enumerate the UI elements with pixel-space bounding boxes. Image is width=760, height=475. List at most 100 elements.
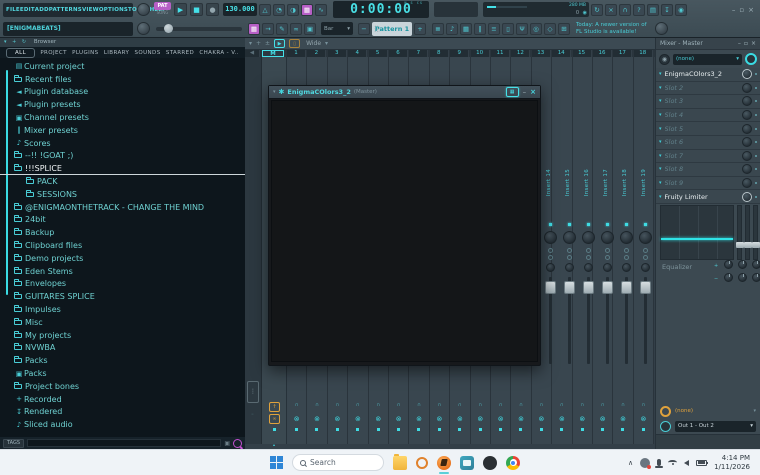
- menu-edit[interactable]: EDIT: [20, 7, 35, 13]
- browser-item[interactable]: My projects: [0, 329, 245, 342]
- menu-patterns[interactable]: PATTERNS: [49, 7, 82, 13]
- plugin-selector-dropdown[interactable]: (none) ▾: [673, 53, 742, 65]
- browser-item[interactable]: ▣ Channel presets: [0, 111, 245, 124]
- track-mute-icon[interactable]: ⊗: [348, 415, 367, 423]
- eq-knob-2[interactable]: [738, 260, 747, 269]
- close-button[interactable]: ×: [748, 6, 754, 14]
- ruler-track-8[interactable]: 8: [429, 50, 449, 57]
- eq-knob-1[interactable]: [724, 260, 733, 269]
- fader-handle[interactable]: [545, 281, 556, 294]
- ruler-track-10[interactable]: 10: [470, 50, 490, 57]
- tray-chevron-icon[interactable]: ∧: [628, 459, 633, 467]
- mixer-sort-icon[interactable]: ±: [265, 40, 270, 47]
- track-cap-icon[interactable]: ∩: [389, 402, 408, 408]
- browser-item[interactable]: Misc: [0, 316, 245, 329]
- pan-knob[interactable]: [546, 263, 555, 272]
- taskbar-search[interactable]: Search: [292, 454, 384, 471]
- channel-rack-button[interactable]: ▦: [460, 22, 472, 35]
- slot-enable-dot[interactable]: [755, 127, 757, 130]
- eq-band-fader-2[interactable]: [744, 205, 752, 260]
- browser-tab-library[interactable]: LIBRARY: [104, 50, 129, 56]
- slot-enable-dot[interactable]: [755, 86, 757, 89]
- fl-studio-taskbar-icon[interactable]: [437, 455, 451, 474]
- browser-item[interactable]: NVWBA: [0, 342, 245, 355]
- browser-item[interactable]: !!!SPLICE: [0, 162, 245, 176]
- track-dot-icon[interactable]: [356, 428, 360, 431]
- master-latch-icon[interactable]: ↑: [269, 402, 280, 412]
- track-dot-icon[interactable]: [499, 428, 502, 431]
- track-cap-icon[interactable]: ∩: [430, 402, 449, 408]
- browser-item[interactable]: ▣ Packs: [0, 367, 245, 380]
- ruler-track-17[interactable]: 17: [613, 50, 633, 57]
- ruler-scroll-left[interactable]: ◀: [245, 50, 260, 57]
- play-button[interactable]: ▶: [174, 3, 187, 16]
- slot-mix-knob[interactable]: [742, 164, 752, 175]
- menu-file[interactable]: FILE: [6, 7, 20, 13]
- browser-button[interactable]: ≡: [488, 22, 500, 35]
- help-icon[interactable]: ?: [633, 3, 645, 16]
- slider-handle[interactable]: [164, 23, 173, 33]
- slot-mix-knob[interactable]: [742, 178, 752, 189]
- track-dot-icon[interactable]: [417, 428, 421, 431]
- eq-band-fader-3[interactable]: [752, 205, 760, 260]
- master-mute-dot[interactable]: [273, 428, 276, 431]
- pattern-minus-button[interactable]: −: [358, 22, 370, 35]
- browser-item[interactable]: ‖ Mixer presets: [0, 124, 245, 137]
- plugin-window-body[interactable]: [271, 100, 538, 362]
- update-hint[interactable]: Today: A newer version of FL Studio is a…: [576, 22, 647, 36]
- fader-handle[interactable]: [621, 281, 632, 294]
- browser-item[interactable]: ▤ Current project: [0, 60, 245, 73]
- shuffle-slider[interactable]: [156, 23, 242, 33]
- gear-icon[interactable]: ✱: [279, 88, 285, 96]
- search-app-icon[interactable]: [416, 456, 428, 469]
- browser-item[interactable]: Backup: [0, 226, 245, 239]
- effect-slot-5[interactable]: ▾ Slot 5: [656, 122, 760, 136]
- slot-mix-knob[interactable]: [742, 150, 752, 161]
- midi-keyboard-icon[interactable]: ▦: [248, 22, 260, 35]
- eq-knob-3[interactable]: [752, 260, 760, 269]
- main-volume-knob[interactable]: [137, 3, 150, 16]
- menu-view[interactable]: VIEW: [82, 7, 99, 13]
- insert-knob[interactable]: [639, 231, 652, 244]
- metronome-icon[interactable]: △: [259, 3, 271, 16]
- slot-mix-knob[interactable]: [742, 82, 752, 93]
- insert-strip[interactable]: Insert 17: [598, 57, 617, 444]
- master-arm-arrow[interactable]: ▴: [262, 442, 286, 447]
- browser-item[interactable]: + Recorded: [0, 393, 245, 406]
- time-display[interactable]: M S CS 0:00:00: [333, 1, 429, 18]
- browser-tab-starred[interactable]: STARRED: [166, 50, 194, 56]
- slot-enable-dot[interactable]: [755, 100, 757, 103]
- track-mute-icon[interactable]: ⊗: [389, 415, 408, 423]
- insert-strip[interactable]: Insert 15: [560, 57, 579, 444]
- track-cap-icon[interactable]: ∩: [287, 402, 306, 408]
- slot-mix-knob[interactable]: [742, 191, 752, 202]
- pan-knob[interactable]: [603, 263, 612, 272]
- save-icon[interactable]: ▤: [647, 3, 659, 16]
- monitor-icon[interactable]: ∿: [315, 3, 327, 16]
- recycle-icon[interactable]: ↻: [591, 3, 603, 16]
- ruler-track-3[interactable]: 3: [327, 50, 347, 57]
- fader-handle[interactable]: [602, 281, 613, 294]
- slot-mix-knob[interactable]: [742, 110, 752, 121]
- dock-handle[interactable]: ⋮: [247, 381, 259, 403]
- slot-menu-icon[interactable]: ▾: [659, 194, 662, 200]
- browser-item[interactable]: Project bones: [0, 380, 245, 393]
- slot-menu-icon[interactable]: ▾: [659, 180, 662, 186]
- browser-tab-all[interactable]: ALL: [6, 47, 36, 58]
- master-panel-titlebar[interactable]: Mixer - Master – ▫ ×: [656, 38, 760, 50]
- tempo-display[interactable]: 130.000: [223, 3, 257, 16]
- slot-menu-icon[interactable]: ▾: [659, 166, 662, 172]
- remote-icon[interactable]: ▣: [304, 22, 316, 35]
- browser-tab-chakra-v-[interactable]: CHAKRA - V..: [199, 50, 239, 56]
- mixer-menu-icon[interactable]: ▾: [249, 40, 252, 47]
- effect-slot-10[interactable]: ▾ Fruity Limiter: [656, 190, 760, 204]
- browser-item[interactable]: 24bit: [0, 214, 245, 227]
- track-dot-icon[interactable]: [458, 428, 462, 431]
- slot-enable-dot[interactable]: [755, 168, 757, 171]
- file-explorer-icon[interactable]: [393, 453, 407, 470]
- fader-handle[interactable]: [583, 281, 594, 294]
- track-cap-icon[interactable]: ∩: [471, 402, 490, 408]
- menu-options[interactable]: OPTIONS: [99, 7, 128, 13]
- wifi-icon[interactable]: [668, 460, 678, 465]
- ruler-track-6[interactable]: 6: [389, 50, 408, 57]
